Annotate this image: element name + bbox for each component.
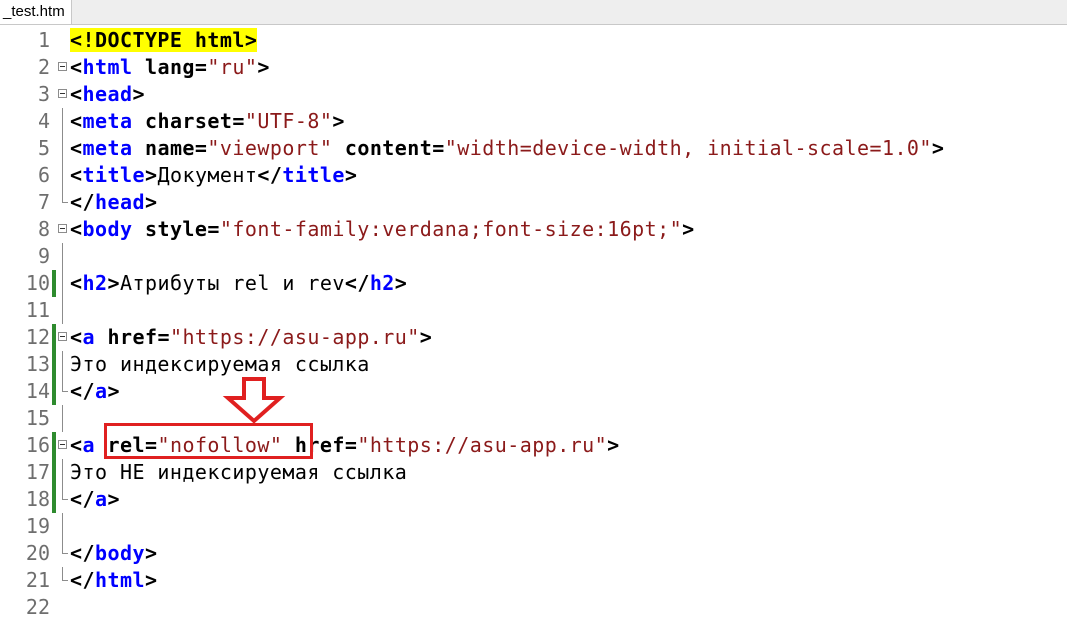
line-code: </a> — [70, 487, 120, 511]
code-line: 18 </a> — [0, 486, 1067, 513]
code-line: 13 Это индексируемая ссылка — [0, 351, 1067, 378]
code-line: 21 </html> — [0, 567, 1067, 594]
line-number: 13 — [25, 352, 50, 376]
line-code: Это индексируемая ссылка — [70, 352, 370, 376]
line-code: <!DOCTYPE html> — [70, 27, 258, 54]
fold-guide — [62, 513, 63, 540]
line-number: 3 — [37, 82, 50, 106]
fold-toggle-icon[interactable] — [58, 62, 67, 71]
line-number: 17 — [25, 460, 50, 484]
code-line: 4 <meta charset="UTF-8"> — [0, 108, 1067, 135]
fold-guide — [62, 162, 63, 189]
line-number: 12 — [25, 325, 50, 349]
change-marker — [52, 378, 56, 405]
line-number: 6 — [37, 163, 50, 187]
line-code: </html> — [70, 568, 158, 592]
code-line: 6 <title>Документ</title> — [0, 162, 1067, 189]
line-number: 2 — [37, 55, 50, 79]
fold-guide — [62, 459, 63, 486]
fold-toggle-icon[interactable] — [58, 440, 67, 449]
line-number: 21 — [25, 568, 50, 592]
code-line: 19 — [0, 513, 1067, 540]
line-code: <body style="font-family:verdana;font-si… — [70, 217, 695, 241]
line-code: <title>Документ</title> — [70, 163, 358, 187]
code-line: 2 <html lang="ru"> — [0, 54, 1067, 81]
highlight-box — [104, 423, 313, 459]
down-arrow-icon — [222, 377, 286, 424]
fold-guide — [62, 351, 63, 378]
line-number: 20 — [25, 541, 50, 565]
line-number: 8 — [37, 217, 50, 241]
tab-label: _test.htm — [3, 3, 65, 20]
line-number: 11 — [25, 298, 50, 322]
code-line: 9 — [0, 243, 1067, 270]
fold-toggle-icon[interactable] — [58, 89, 67, 98]
code-line: 20 </body> — [0, 540, 1067, 567]
code-line: 22 — [0, 594, 1067, 621]
line-code: <meta name="viewport" content="width=dev… — [70, 136, 945, 160]
line-code: <html lang="ru"> — [70, 55, 270, 79]
fold-end-marker — [62, 486, 68, 500]
line-code: <head> — [70, 82, 145, 106]
tab-bar: _test.htm — [0, 0, 1067, 25]
code-line: 5 <meta name="viewport" content="width=d… — [0, 135, 1067, 162]
line-code: <h2>Атрибуты rel и rev</h2> — [70, 271, 408, 295]
fold-toggle-icon[interactable] — [58, 332, 67, 341]
line-number: 16 — [25, 433, 50, 457]
fold-guide — [62, 405, 63, 432]
line-code: </body> — [70, 541, 158, 565]
fold-end-marker — [62, 189, 68, 203]
line-number: 1 — [37, 28, 50, 52]
code-line: 17 Это НЕ индексируемая ссылка — [0, 459, 1067, 486]
change-marker — [52, 324, 56, 351]
line-code: <a href="https://asu-app.ru"> — [70, 325, 433, 349]
code-line: 1 <!DOCTYPE html> — [0, 27, 1067, 54]
code-line: 12 <a href="https://asu-app.ru"> — [0, 324, 1067, 351]
line-code: </head> — [70, 190, 158, 214]
code-line: 11 — [0, 297, 1067, 324]
fold-guide — [62, 135, 63, 162]
line-number: 22 — [25, 595, 50, 619]
code-line: 14 </a> — [0, 378, 1067, 405]
code-line: 8 <body style="font-family:verdana;font-… — [0, 216, 1067, 243]
fold-guide — [62, 243, 63, 270]
doctype-highlight: <!DOCTYPE html> — [70, 28, 258, 52]
tab-test-htm[interactable]: _test.htm — [0, 0, 72, 24]
line-number: 9 — [37, 244, 50, 268]
line-number: 18 — [25, 487, 50, 511]
fold-end-marker — [62, 540, 68, 554]
code-line: 10 <h2>Атрибуты rel и rev</h2> — [0, 270, 1067, 297]
line-code: <meta charset="UTF-8"> — [70, 109, 345, 133]
line-code: </a> — [70, 379, 120, 403]
change-marker — [52, 432, 56, 459]
change-marker — [52, 486, 56, 513]
line-number: 14 — [25, 379, 50, 403]
fold-guide — [62, 108, 63, 135]
line-number: 19 — [25, 514, 50, 538]
line-number: 7 — [37, 190, 50, 214]
change-marker — [52, 270, 56, 297]
fold-guide — [62, 270, 63, 297]
fold-end-marker — [62, 378, 68, 392]
fold-toggle-icon[interactable] — [58, 224, 67, 233]
code-line: 7 </head> — [0, 189, 1067, 216]
line-code: Это НЕ индексируемая ссылка — [70, 460, 408, 484]
fold-guide — [62, 297, 63, 324]
line-number: 10 — [25, 271, 50, 295]
fold-end-marker — [62, 567, 68, 581]
change-marker — [52, 459, 56, 486]
change-marker — [52, 351, 56, 378]
code-editor[interactable]: 1 <!DOCTYPE html> 2 <html lang="ru"> 3 <… — [0, 25, 1067, 619]
code-line: 3 <head> — [0, 81, 1067, 108]
line-number: 15 — [25, 406, 50, 430]
line-number: 4 — [37, 109, 50, 133]
line-number: 5 — [37, 136, 50, 160]
